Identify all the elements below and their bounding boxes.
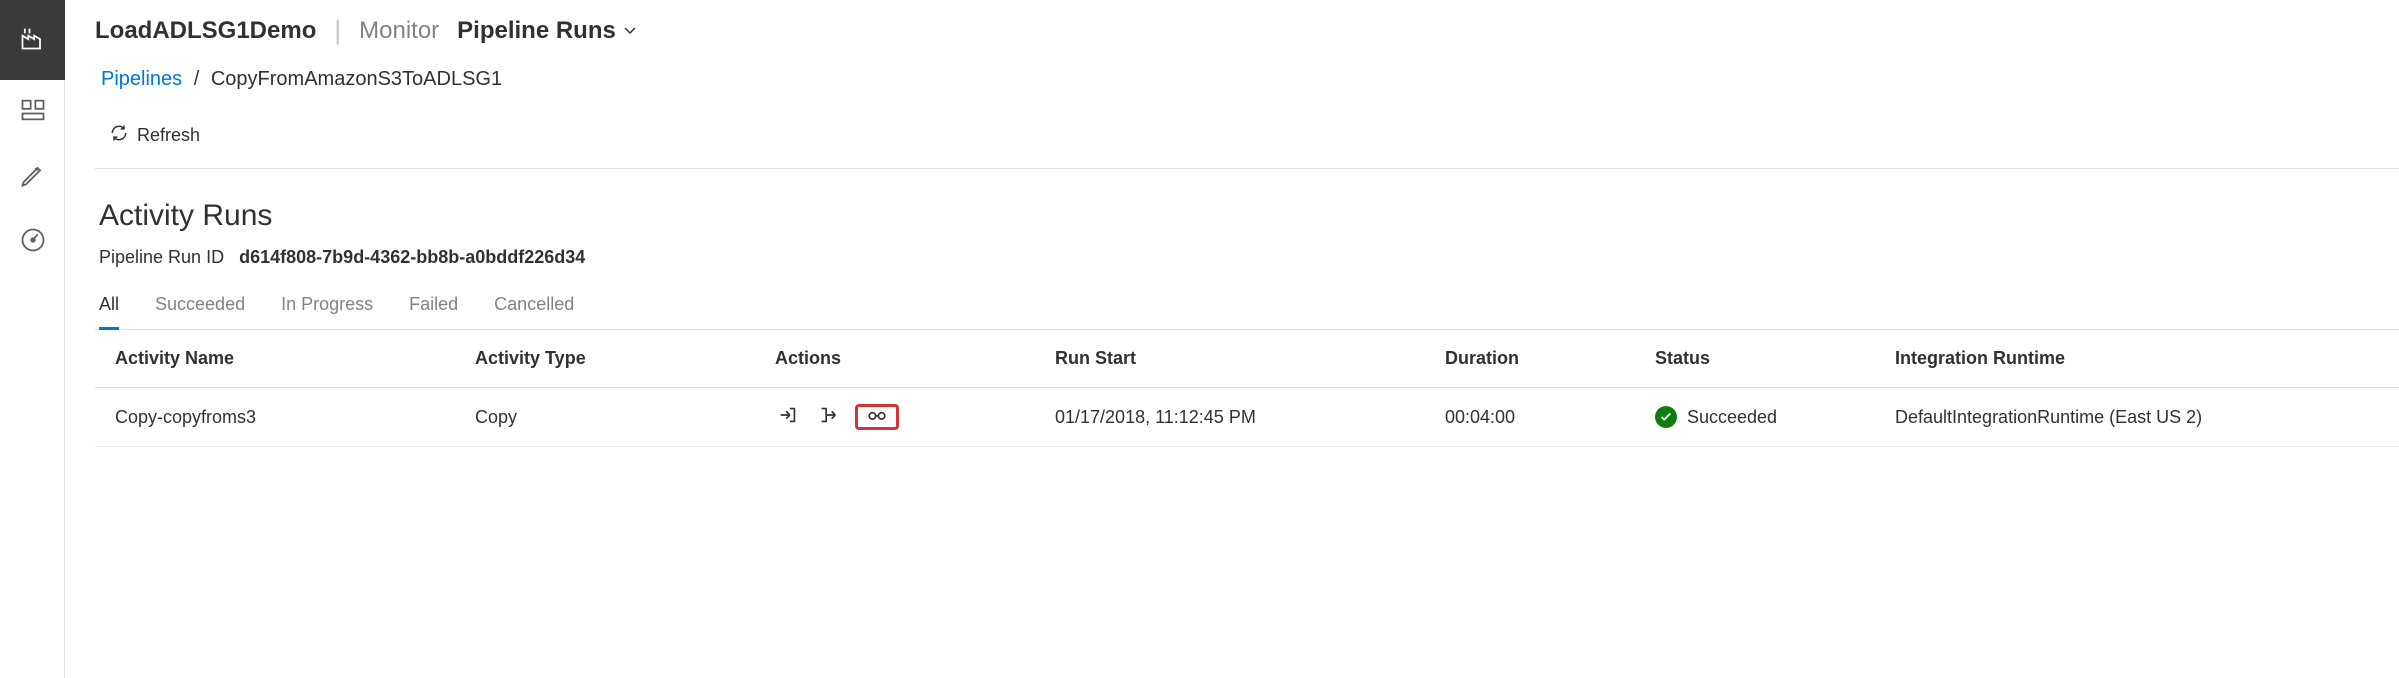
header-activity-type[interactable]: Activity Type — [475, 348, 775, 369]
refresh-icon — [109, 123, 129, 148]
header-runtime[interactable]: Integration Runtime — [1895, 348, 2379, 369]
breadcrumb: Pipelines / CopyFromAmazonS3ToADLSG1 — [95, 68, 2399, 91]
breadcrumb-link-pipelines[interactable]: Pipelines — [101, 68, 182, 90]
success-check-icon — [1655, 406, 1677, 428]
sidebar-item-monitor[interactable] — [0, 210, 65, 275]
filter-tab-cancelled[interactable]: Cancelled — [494, 294, 574, 329]
header-status[interactable]: Status — [1655, 348, 1895, 369]
action-details-button[interactable] — [855, 404, 899, 430]
app-title: LoadADLSG1Demo — [95, 17, 316, 45]
filter-tab-all[interactable]: All — [99, 294, 119, 330]
header-section-label: Monitor — [359, 17, 439, 45]
pencil-icon — [19, 161, 47, 194]
dashboard-icon — [19, 96, 47, 129]
filter-tab-failed[interactable]: Failed — [409, 294, 458, 329]
filter-tabs: All Succeeded In Progress Failed Cancell… — [95, 294, 2399, 330]
status-text: Succeeded — [1687, 407, 1777, 428]
header-actions[interactable]: Actions — [775, 348, 1055, 369]
glasses-icon — [866, 404, 888, 431]
filter-tab-inprogress[interactable]: In Progress — [281, 294, 373, 329]
refresh-label: Refresh — [137, 125, 200, 146]
activity-runs-table: Activity Name Activity Type Actions Run … — [95, 330, 2399, 447]
cell-duration: 00:04:00 — [1445, 407, 1655, 428]
header-divider: | — [334, 15, 341, 46]
run-id-row: Pipeline Run ID d614f808-7b9d-4362-bb8b-… — [95, 247, 2399, 268]
cell-run-start: 01/17/2018, 11:12:45 PM — [1055, 407, 1445, 428]
header: LoadADLSG1Demo | Monitor Pipeline Runs — [95, 15, 2399, 46]
run-id-value: d614f808-7b9d-4362-bb8b-a0bddf226d34 — [239, 247, 585, 267]
breadcrumb-separator: / — [194, 68, 200, 90]
cell-activity-name: Copy-copyfroms3 — [115, 407, 475, 428]
pipeline-runs-dropdown[interactable]: Pipeline Runs — [457, 17, 638, 45]
divider — [95, 168, 2399, 169]
output-icon — [817, 404, 839, 431]
cell-status: Succeeded — [1655, 406, 1895, 428]
refresh-button[interactable]: Refresh — [95, 111, 2399, 168]
run-id-label: Pipeline Run ID — [99, 247, 224, 267]
cell-actions — [775, 404, 1055, 430]
sidebar — [0, 0, 65, 678]
section-title: Activity Runs — [95, 199, 2399, 233]
header-activity-name[interactable]: Activity Name — [115, 348, 475, 369]
breadcrumb-current: CopyFromAmazonS3ToADLSG1 — [211, 68, 502, 90]
sidebar-item-author[interactable] — [0, 145, 65, 210]
cell-activity-type: Copy — [475, 407, 775, 428]
table-header: Activity Name Activity Type Actions Run … — [95, 330, 2399, 388]
filter-tab-succeeded[interactable]: Succeeded — [155, 294, 245, 329]
header-duration[interactable]: Duration — [1445, 348, 1655, 369]
sidebar-item-overview[interactable] — [0, 80, 65, 145]
header-run-start[interactable]: Run Start — [1055, 348, 1445, 369]
factory-icon — [19, 24, 47, 57]
dropdown-label: Pipeline Runs — [457, 17, 616, 45]
sidebar-item-factory[interactable] — [0, 0, 65, 80]
table-row: Copy-copyfroms3 Copy — [95, 388, 2399, 447]
cell-runtime: DefaultIntegrationRuntime (East US 2) — [1895, 407, 2379, 428]
action-output-button[interactable] — [815, 404, 841, 430]
input-icon — [777, 404, 799, 431]
gauge-icon — [19, 226, 47, 259]
action-input-button[interactable] — [775, 404, 801, 430]
main-content: LoadADLSG1Demo | Monitor Pipeline Runs P… — [65, 0, 2399, 678]
chevron-down-icon — [622, 17, 638, 45]
